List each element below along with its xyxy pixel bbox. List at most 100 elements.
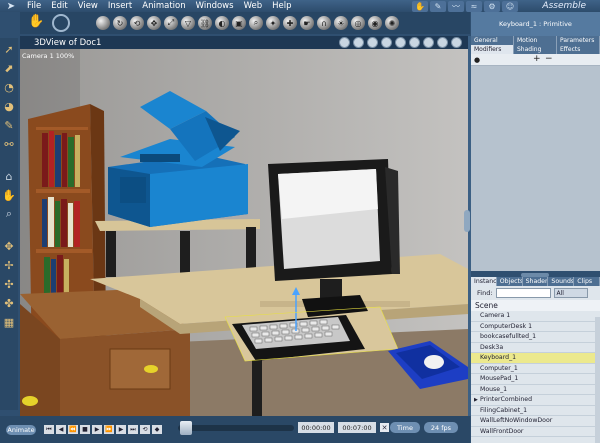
drop-to-floor-icon[interactable]: ▦ (2, 315, 16, 329)
close-icon[interactable]: ✕ (380, 423, 389, 432)
timeline-scrubber[interactable] (180, 421, 192, 435)
find-input[interactable] (495, 288, 551, 298)
magnet-icon[interactable]: ∩ (317, 16, 331, 30)
link-icon[interactable]: ⚯ (2, 137, 16, 151)
end-time-field[interactable]: 00:07:00 (338, 422, 376, 433)
menu-insert[interactable]: Insert (103, 0, 137, 12)
tab-instances[interactable]: Instances (471, 277, 497, 286)
menu-edit[interactable]: Edit (46, 0, 72, 12)
scale-icon[interactable]: ⤢ (164, 16, 178, 30)
taper-icon[interactable]: ▽ (181, 16, 195, 30)
timeline-track[interactable] (178, 425, 294, 431)
3d-viewport[interactable]: Camera 1 100% (20, 49, 468, 416)
color-icon[interactable]: ◐ (215, 16, 229, 30)
list-item[interactable]: Camera 1 (471, 311, 600, 322)
room-tab-brush-icon[interactable]: ✎ (430, 0, 446, 12)
move-xz-icon[interactable]: ✢ (2, 258, 16, 272)
morph-brush-icon[interactable]: ✦ (266, 16, 280, 30)
move-arrow-icon[interactable]: ⬈ (2, 61, 16, 75)
lights-icon[interactable]: ☀ (334, 16, 348, 30)
tab-shaders[interactable]: Shaders (522, 277, 549, 286)
menu-help[interactable]: Help (267, 0, 296, 12)
list-item[interactable]: FilingCabinet_1 (471, 406, 600, 416)
list-item[interactable]: MousePad_1 (471, 374, 600, 385)
preview-style-icon[interactable] (339, 37, 350, 48)
expand-arrow-icon[interactable]: ▶ (474, 397, 478, 403)
tab-general[interactable]: General (471, 36, 514, 45)
tab-parameters[interactable]: Parameters (557, 36, 600, 45)
current-time-field[interactable]: 00:00:00 (298, 422, 334, 433)
translate-icon[interactable]: ✥ (147, 16, 161, 30)
menu-file[interactable]: File (22, 0, 46, 12)
room-tab-hair-icon[interactable]: 〰 (448, 0, 464, 12)
hidden-line-icon[interactable] (367, 37, 378, 48)
menu-animation[interactable]: Animation (137, 0, 190, 12)
pan-hand-icon[interactable]: ✋ (2, 188, 16, 202)
direct-manipulation-icon[interactable]: ✚ (283, 16, 297, 30)
remove-modifier-button[interactable]: − (545, 54, 553, 64)
room-tab-face-icon[interactable]: ☺ (502, 0, 518, 12)
keyframe-icon[interactable]: ◆ (152, 425, 162, 434)
list-item[interactable]: WallLeftNoWindowDoor (471, 416, 600, 427)
list-item[interactable]: ComputerDesk 1 (471, 322, 600, 332)
grab-hand-icon[interactable]: ✋ (28, 14, 46, 32)
step-back-icon[interactable]: ◀ (56, 425, 66, 434)
zoom-icon[interactable]: ⌕ (2, 207, 16, 221)
filter-select[interactable]: All (553, 288, 588, 298)
rotate-trackball-icon[interactable]: ◔ (2, 80, 16, 94)
tab-objects[interactable]: Objects (496, 277, 523, 286)
fps-select[interactable]: 24 fps (424, 422, 458, 433)
list-item[interactable]: ▶ PrinterCombined (471, 395, 600, 406)
play-icon[interactable]: ▶ (92, 425, 102, 434)
smooth-shaded-icon[interactable] (409, 37, 420, 48)
room-tab-hand-icon[interactable]: ✋ (412, 0, 428, 12)
outline-icon[interactable] (451, 37, 462, 48)
loop-icon[interactable]: ⟲ (140, 425, 150, 434)
library-scrollbar[interactable] (595, 317, 600, 443)
add-modifier-button[interactable]: + (533, 54, 541, 64)
go-to-start-icon[interactable]: ⏮ (44, 425, 54, 434)
tab-clips[interactable]: Clips (574, 277, 600, 286)
step-forward-icon[interactable]: ▶ (116, 425, 126, 434)
tab-sounds[interactable]: Sounds (548, 277, 575, 286)
move-yz-icon[interactable]: ✣ (2, 277, 16, 291)
animate-button[interactable]: Animate (6, 424, 36, 435)
menu-web[interactable]: Web (239, 0, 268, 12)
pencil-icon[interactable]: ✎ (2, 118, 16, 132)
room-tab-cloth-icon[interactable]: ≈ (466, 0, 482, 12)
scale-axis-icon[interactable]: ✤ (2, 296, 16, 310)
tab-effects[interactable]: Effects (557, 45, 600, 54)
tab-shading[interactable]: Shading (514, 45, 557, 54)
list-item[interactable]: Computer_1 (471, 364, 600, 374)
list-item[interactable]: bookcasefullted_1 (471, 332, 600, 343)
tab-modifiers[interactable]: Modifiers (471, 45, 514, 54)
grouping-icon[interactable]: ▣ (232, 16, 246, 30)
camera-icon[interactable]: ⌂ (2, 169, 16, 183)
list-item[interactable]: Desk3a (471, 343, 600, 353)
cartoon-icon[interactable] (437, 37, 448, 48)
sphere-icon[interactable] (96, 16, 110, 30)
twist-icon[interactable]: ⟲ (130, 16, 144, 30)
time-mode-select[interactable]: Time (390, 422, 420, 433)
render-icon[interactable]: ◉ (368, 16, 382, 30)
forward-icon[interactable]: ⏩ (104, 425, 114, 434)
panel-collapse-handle[interactable] (464, 210, 470, 232)
view-magnifier-icon[interactable]: ⌕ (249, 16, 263, 30)
hand-icon[interactable]: ☛ (300, 16, 314, 30)
list-item[interactable]: WallFrontDoor (471, 427, 600, 437)
lit-wireframe-icon[interactable] (381, 37, 392, 48)
go-to-end-icon[interactable]: ⏭ (128, 425, 138, 434)
wireframe-icon[interactable] (353, 37, 364, 48)
menu-windows[interactable]: Windows (191, 0, 239, 12)
list-item[interactable]: Keyboard_1 (471, 353, 600, 364)
tab-motion[interactable]: Motion (514, 36, 557, 45)
room-label[interactable]: Assemble (542, 0, 586, 12)
camera-tool-icon[interactable]: ◎ (351, 16, 365, 30)
texture-shaded-icon[interactable] (423, 37, 434, 48)
rewind-icon[interactable]: ⏪ (68, 425, 78, 434)
flat-shaded-icon[interactable] (395, 37, 406, 48)
list-item[interactable]: Mouse_1 (471, 385, 600, 395)
select-arrow-icon[interactable]: ➚ (2, 42, 16, 56)
poser-arrow-icon[interactable]: ➤ (0, 0, 22, 12)
menu-view[interactable]: View (73, 0, 103, 12)
